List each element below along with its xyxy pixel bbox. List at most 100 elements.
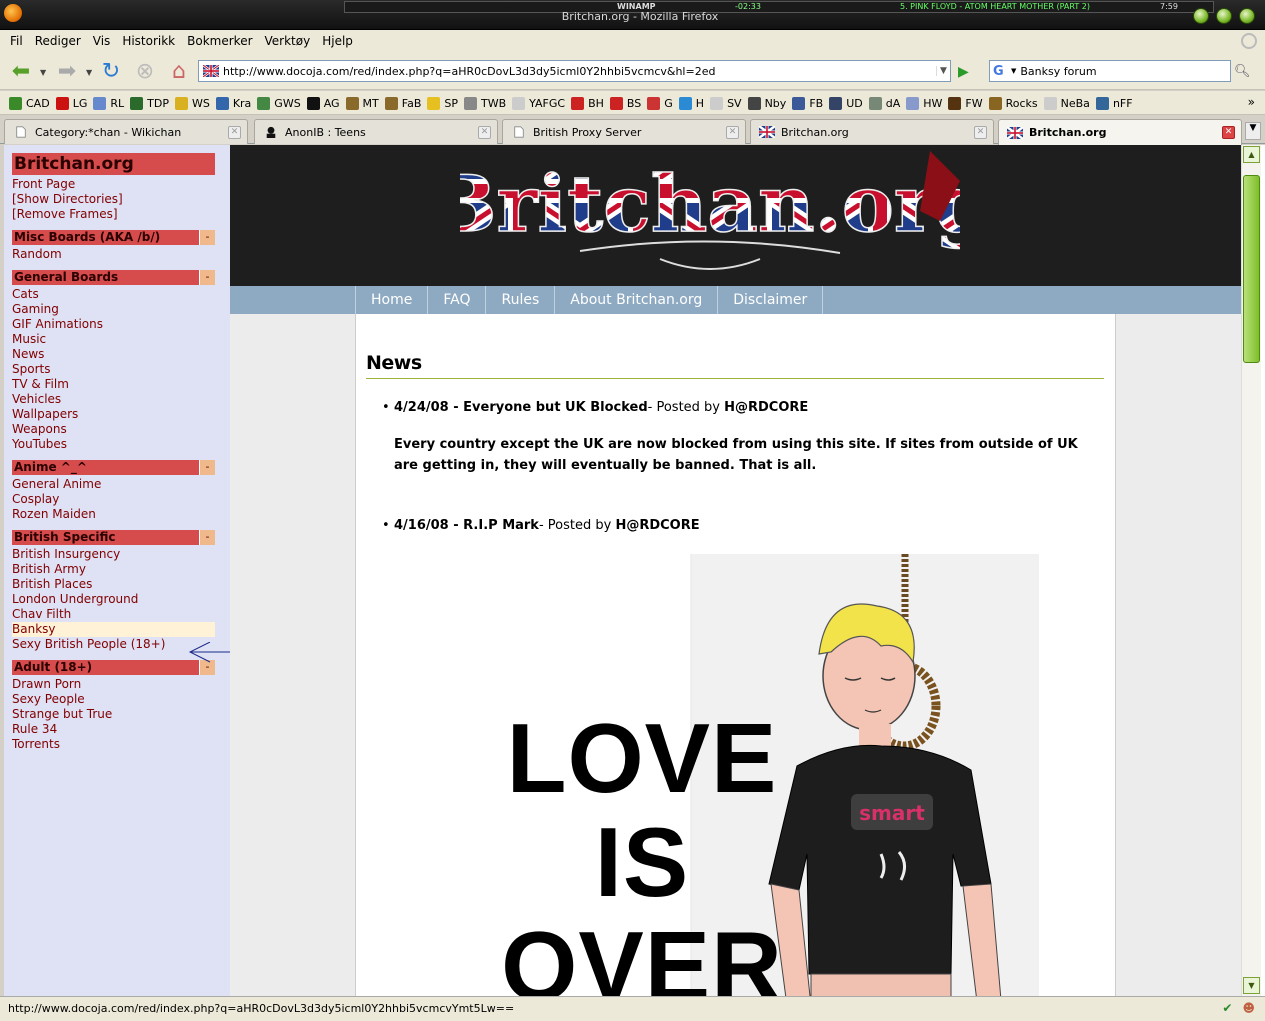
forward-history-caret-icon[interactable]: ▼ (86, 68, 92, 77)
sidebar-link[interactable]: Chav Filth (12, 607, 230, 622)
bookmark-item[interactable]: TWB (461, 91, 509, 114)
sidebar-link[interactable]: British Insurgency (12, 547, 230, 562)
close-tab-icon[interactable]: ✕ (726, 125, 739, 139)
bookmark-item[interactable]: TDP (127, 91, 172, 114)
bookmark-item[interactable]: FB (789, 91, 826, 114)
bookmark-item[interactable]: YAFGC (509, 91, 568, 114)
home-icon[interactable]: ⌂ (166, 58, 192, 84)
sidebar-link-show-directories[interactable]: [Show Directories] (12, 192, 230, 207)
sidebar-link[interactable]: Banksy (12, 622, 215, 637)
sidebar-link[interactable]: YouTubes (12, 437, 230, 452)
reload-icon[interactable]: ↻ (98, 58, 124, 84)
topnav-faq[interactable]: FAQ (428, 286, 487, 314)
forward-arrow-icon[interactable]: ➡ (54, 58, 80, 84)
bookmark-item[interactable]: HW (903, 91, 945, 114)
collapse-toggle-button[interactable]: - (199, 230, 215, 245)
bookmark-item[interactable]: Rocks (986, 91, 1041, 114)
search-icon[interactable]: 🔍︎ (1234, 64, 1251, 79)
bookmark-item[interactable]: SV (707, 91, 745, 114)
bookmark-item[interactable]: H (676, 91, 707, 114)
topnav-home[interactable]: Home (356, 286, 429, 314)
topnav-rules[interactable]: Rules (486, 286, 556, 314)
minimize-button[interactable] (1193, 8, 1209, 24)
url-dropdown-icon[interactable]: ▼ (936, 66, 950, 76)
sidebar-link[interactable]: Wallpapers (12, 407, 230, 422)
bookmark-item[interactable]: MT (343, 91, 382, 114)
back-arrow-icon[interactable]: ⬅ (8, 58, 34, 84)
sidebar-link[interactable]: British Army (12, 562, 230, 577)
collapse-toggle-button[interactable]: - (199, 460, 215, 475)
url-text[interactable]: http://www.docoja.com/red/index.php?q=aH… (223, 65, 936, 78)
topnav-about[interactable]: About Britchan.org (555, 286, 719, 314)
bookmark-item[interactable]: G (644, 91, 676, 114)
tab-britchan-active[interactable]: Britchan.org ✕ (998, 119, 1242, 145)
bookmark-item[interactable]: FW (945, 91, 985, 114)
bookmark-item[interactable]: LG (53, 91, 91, 114)
tab-britchan-1[interactable]: Britchan.org ✕ (750, 119, 994, 144)
topnav-disclaimer[interactable]: Disclaimer (718, 286, 824, 314)
sidebar-link[interactable]: Gaming (12, 302, 230, 317)
sidebar-link-remove-frames[interactable]: [Remove Frames] (12, 207, 230, 222)
tab-list-icon[interactable]: ▼ (1245, 122, 1261, 140)
bookmark-item[interactable]: Kra (213, 91, 254, 114)
sidebar-link[interactable]: Music (12, 332, 230, 347)
sidebar-link[interactable]: General Anime (12, 477, 230, 492)
sidebar-link[interactable]: Weapons (12, 422, 230, 437)
sidebar-link[interactable]: London Underground (12, 592, 230, 607)
menu-edit[interactable]: Rediger (29, 30, 87, 48)
sidebar-link[interactable]: Sports (12, 362, 230, 377)
go-icon[interactable]: ▶ (958, 64, 969, 80)
collapse-toggle-button[interactable]: - (199, 530, 215, 545)
britchan-logo[interactable]: Britchan.org (460, 151, 960, 281)
bookmark-item[interactable]: UD (826, 91, 866, 114)
bookmark-item[interactable]: RL (90, 91, 127, 114)
bookmark-item[interactable]: BH (568, 91, 607, 114)
checkmark-shield-icon[interactable]: ✔ (1222, 1001, 1232, 1015)
menu-bookmarks[interactable]: Bokmerker (181, 30, 258, 48)
sidebar-link[interactable]: GIF Animations (12, 317, 230, 332)
sidebar-link[interactable]: British Places (12, 577, 230, 592)
search-input[interactable]: Banksy forum (1020, 65, 1096, 78)
search-engine-caret-icon[interactable]: ▼ (1011, 67, 1016, 75)
bookmark-item[interactable]: Nby (745, 91, 790, 114)
scroll-down-icon[interactable]: ▼ (1243, 977, 1260, 994)
bookmarks-overflow-icon[interactable]: » (1248, 95, 1255, 109)
bookmark-item[interactable]: BS (607, 91, 644, 114)
sidebar-link[interactable]: Torrents (12, 737, 230, 752)
bookmark-item[interactable]: WS (172, 91, 213, 114)
menu-tools[interactable]: Verktøy (259, 30, 317, 48)
bookmark-item[interactable]: nFF (1093, 91, 1136, 114)
menu-help[interactable]: Hjelp (316, 30, 359, 48)
sidebar-link[interactable]: Rule 34 (12, 722, 230, 737)
bookmark-item[interactable]: FaB (382, 91, 425, 114)
tab-wikichan[interactable]: Category:*chan - Wikichan ✕ (4, 119, 248, 144)
close-tab-icon[interactable]: ✕ (1222, 126, 1235, 139)
close-tab-icon[interactable]: ✕ (228, 125, 241, 139)
close-window-button[interactable] (1239, 8, 1255, 24)
menu-file[interactable]: Fil (4, 30, 29, 48)
maximize-button[interactable] (1216, 8, 1232, 24)
sidebar-link[interactable]: TV & Film (12, 377, 230, 392)
sidebar-link-front-page[interactable]: Front Page (12, 177, 230, 192)
search-bar[interactable]: G ▼ Banksy forum (989, 60, 1231, 82)
url-bar[interactable]: http://www.docoja.com/red/index.php?q=aH… (198, 60, 951, 82)
menu-history[interactable]: Historikk (116, 30, 181, 48)
back-history-caret-icon[interactable]: ▼ (40, 68, 46, 77)
stop-icon[interactable]: ⊗ (132, 58, 158, 84)
sidebar-link[interactable]: Vehicles (12, 392, 230, 407)
monkey-icon[interactable]: ☻ (1242, 1001, 1255, 1015)
sidebar-link[interactable]: Cats (12, 287, 230, 302)
bookmark-item[interactable]: NeBa (1041, 91, 1093, 114)
close-tab-icon[interactable]: ✕ (974, 125, 987, 139)
sidebar-link[interactable]: Drawn Porn (12, 677, 230, 692)
bookmark-item[interactable]: SP (424, 91, 461, 114)
sidebar-title[interactable]: Britchan.org (12, 153, 215, 175)
scroll-up-icon[interactable]: ▲ (1243, 146, 1260, 163)
scrollbar-thumb[interactable] (1243, 175, 1260, 363)
menu-view[interactable]: Vis (87, 30, 117, 48)
bookmark-item[interactable]: CAD (6, 91, 53, 114)
google-icon[interactable]: G (993, 64, 1009, 79)
bookmark-item[interactable]: AG (304, 91, 343, 114)
bookmark-item[interactable]: GWS (254, 91, 303, 114)
sidebar-link[interactable]: Rozen Maiden (12, 507, 230, 522)
